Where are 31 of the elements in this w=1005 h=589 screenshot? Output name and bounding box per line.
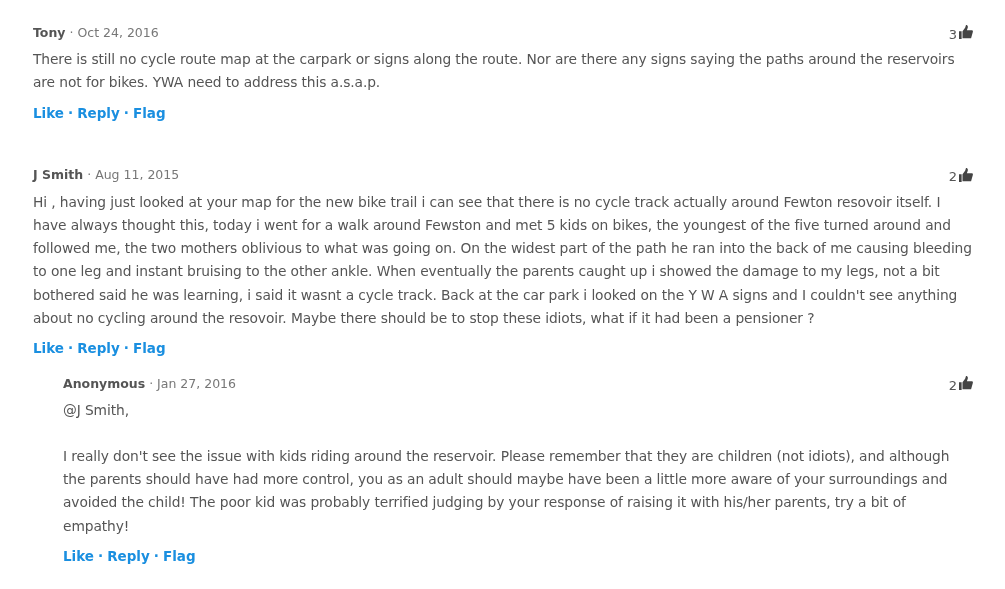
action-link[interactable]: Like [63,547,94,564]
separator-dot: · [153,547,159,564]
separator-dot: · [98,547,104,564]
comment-text: @J Smith, [63,401,130,421]
comment-date: · Aug 11, 2015 [87,167,180,183]
comment-date: · Jan 27, 2016 [149,375,237,391]
action-link[interactable]: Like [33,104,64,121]
action-link[interactable]: Like [33,340,64,357]
like-count: 2 [948,169,957,185]
action-link[interactable]: Flag [162,547,196,564]
comment-text: I really don't see the issue with kids riding around the reservoir. Please remember that they are children (not idiots), and although the parents should have had more control, you as an adult should maybe have been a little more aware of your surroundings and avoided the child! The poor kid was probably terrified judging by your response of raising it with his/her parents, try a bit of empathy! [63,446,951,536]
action-link[interactable]: Flag [132,104,166,121]
like-count: 3 [948,26,957,42]
comment-date: · Oct 24, 2016 [69,24,159,40]
action-link[interactable]: Reply [77,340,120,357]
action-link[interactable]: Flag [132,340,166,357]
comment-text: Hi , having just looked at your map for the new bike trail i can see that there is no cycle track actually around Fewton resovoir itself. I have always thought this, today i went for a walk around Fewston and met 5 kids on bikes, the youngest of the five turned around and followed me, the two mothers oblivious to what was going on. On the widest part of the path he ran into the back of me causing bleeding to one leg and instant bruising to the other ankle. When eventually the parents caught up i showed the damage to my legs, not a bit bothered said he was learning, i said it wasnt a cycle track. Back at the car park i looked on the Y W A signs and I couldn't see anything about no cycling around the resovoir. Maybe there should be to stop these idiots, what if it had been a pensioner ? [33,192,973,329]
thumbs-up-icon[interactable] [959,167,973,182]
action-link[interactable]: Reply [77,104,120,121]
comment-text: There is still no cycle route map at the carpark or signs along the route. Nor are there any signs saying the paths around the reservoirs are not for bikes. YWA need to address this a.s.a.p. [33,50,956,93]
thumbs-up-icon[interactable] [959,25,973,39]
author-name: Tony [33,24,66,40]
thumbs-up-icon[interactable] [959,376,973,391]
separator-dot: · [123,104,129,121]
author-name: Anonymous [63,375,146,391]
author-name: J Smith [33,167,84,183]
action-link[interactable]: Reply [107,547,150,564]
like-count: 2 [948,377,957,393]
separator-dot: · [68,340,74,357]
separator-dot: · [123,340,129,357]
separator-dot: · [68,104,74,121]
